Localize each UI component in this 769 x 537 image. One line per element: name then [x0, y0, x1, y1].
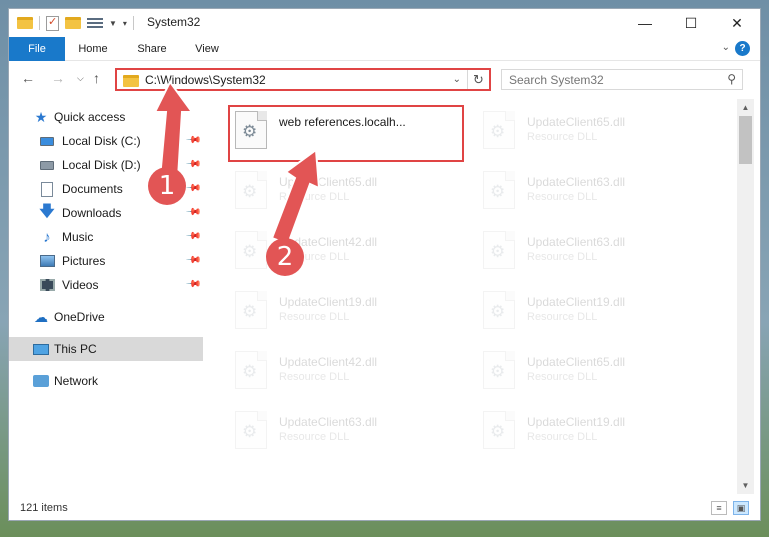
- annotation-arrows: [153, 80, 321, 246]
- arrow-1: [153, 80, 194, 179]
- arrow-2: [270, 148, 321, 246]
- step-2-badge: 2: [266, 238, 304, 276]
- step-1-badge: 1: [148, 167, 186, 205]
